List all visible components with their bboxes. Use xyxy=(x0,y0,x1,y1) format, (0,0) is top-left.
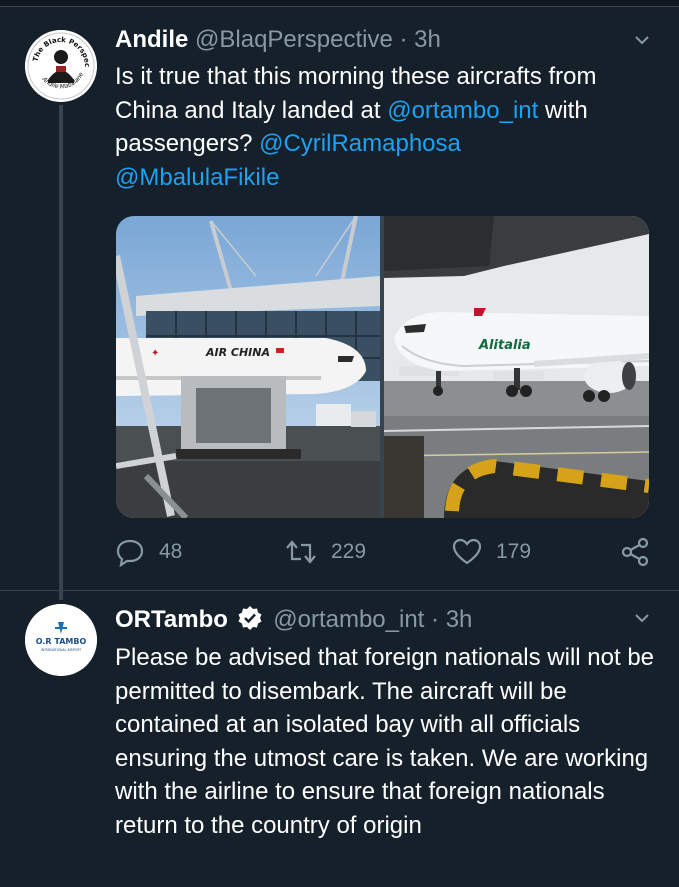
media-grid: AIR CHINA ✦ Alitalia xyxy=(116,216,649,518)
photo-alitalia[interactable]: Alitalia xyxy=(384,216,649,518)
timestamp[interactable]: 3h xyxy=(414,26,441,53)
photo-air-china[interactable]: AIR CHINA ✦ xyxy=(116,216,380,518)
reply-icon xyxy=(116,539,144,567)
user-handle[interactable]: @BlaqPerspective xyxy=(195,26,393,53)
avatar-ortambo[interactable]: O.R TAMBO INTERNATIONAL AIRPORT xyxy=(25,604,97,676)
chevron-down-icon[interactable] xyxy=(635,611,649,625)
display-name[interactable]: Andile xyxy=(115,26,188,53)
mention-link-ortambo[interactable]: @ortambo_int xyxy=(387,97,538,124)
avatar-andile[interactable]: The Black Perspective Andile Mabalane xyxy=(25,30,97,102)
timestamp[interactable]: 3h xyxy=(446,606,473,633)
retweet-icon xyxy=(286,540,316,564)
verified-badge-icon xyxy=(238,606,262,630)
display-name[interactable]: ORTambo xyxy=(115,606,228,633)
retweet-count: 229 xyxy=(331,540,367,563)
separator-dot: · xyxy=(399,26,408,53)
tweet-andile[interactable]: The Black Perspective Andile Mabalane An… xyxy=(0,0,679,600)
mention-link-cyril[interactable]: @CyrilRamaphosa xyxy=(259,130,461,157)
tweet-ortambo[interactable]: O.R TAMBO INTERNATIONAL AIRPORT ORTambo … xyxy=(0,591,679,887)
share-button[interactable] xyxy=(620,535,664,569)
like-count: 179 xyxy=(496,540,532,563)
svg-text:✦: ✦ xyxy=(151,348,159,359)
reply-button[interactable]: 48 xyxy=(115,535,182,569)
tweet-text: Please be advised that foreign nationals… xyxy=(115,644,655,839)
svg-text:INTERNATIONAL AIRPORT: INTERNATIONAL AIRPORT xyxy=(41,648,81,652)
tweet-header: ORTambo @ortambo_int · 3h xyxy=(115,605,472,634)
tweet-text: Is it true that this morning these aircr… xyxy=(115,60,655,194)
reply-count: 48 xyxy=(159,540,183,563)
share-icon xyxy=(621,537,649,567)
retweet-button[interactable]: 229 xyxy=(285,535,366,569)
like-button[interactable]: 179 xyxy=(452,535,531,569)
avatar-ortambo-logo: O.R TAMBO INTERNATIONAL AIRPORT xyxy=(25,604,97,676)
user-handle[interactable]: @ortambo_int xyxy=(273,606,424,633)
avatar-andile-image: The Black Perspective Andile Mabalane xyxy=(25,30,97,102)
tweet-header: Andile @BlaqPerspective · 3h xyxy=(115,26,441,54)
heart-icon xyxy=(452,538,482,565)
svg-text:AIR CHINA: AIR CHINA xyxy=(205,346,270,359)
tweet-actions: 48 229 179 xyxy=(115,535,655,569)
thread-line xyxy=(59,105,63,600)
separator-dot: · xyxy=(431,606,440,633)
svg-text:Alitalia: Alitalia xyxy=(478,338,531,353)
chevron-down-icon[interactable] xyxy=(635,33,649,47)
svg-text:O.R TAMBO: O.R TAMBO xyxy=(36,637,87,646)
mention-link-mbalula[interactable]: @MbalulaFikile xyxy=(115,164,279,191)
